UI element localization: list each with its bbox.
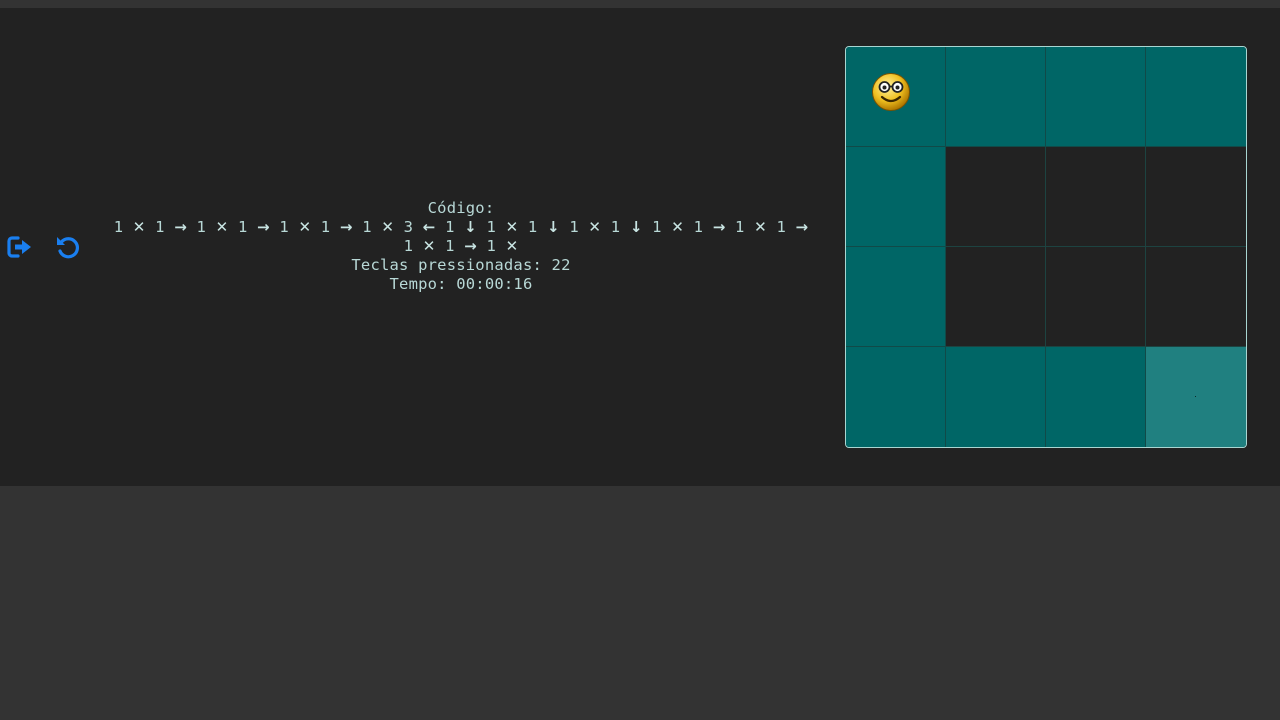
code-step-symbol: ✕ <box>505 218 519 236</box>
code-step: 1 ✕ <box>197 218 229 236</box>
code-step-count: 1 <box>610 218 621 236</box>
maze-cell-path <box>946 47 1046 147</box>
code-step: 1 ✕ <box>279 218 311 236</box>
code-step-count: 1 <box>652 218 662 236</box>
code-step-count: 1 <box>403 237 414 255</box>
code-step: 1 ✕ <box>486 218 518 236</box>
maze-cell-wall <box>1046 147 1146 247</box>
code-step: 3 ← <box>404 218 436 236</box>
nerd-smiley-icon <box>872 73 910 111</box>
code-step: 1 ✕ <box>362 218 394 236</box>
code-step: 1 → <box>155 218 187 236</box>
code-step-symbol: ✕ <box>754 218 767 236</box>
keys-pressed-label: Teclas pressionadas: 22 <box>351 256 571 274</box>
code-step-symbol: → <box>339 218 353 236</box>
code-step: 1 ✕ <box>114 218 146 236</box>
status-info: Código: 1 ✕ 1 → 1 ✕ 1 → 1 ✕ 1 → 1 ✕ 3 ← … <box>96 199 826 294</box>
code-step-symbol: ✕ <box>381 218 395 236</box>
code-step-count: 1 <box>237 218 248 236</box>
code-step-count: 1 <box>486 218 497 236</box>
code-step: 1 → <box>694 218 726 236</box>
maze-cell-path <box>846 147 946 247</box>
maze-cell-wall <box>946 247 1046 347</box>
code-step-symbol: ✕ <box>505 237 519 255</box>
code-step-count: 1 <box>155 218 165 236</box>
code-step: 1 ✕ <box>652 218 684 236</box>
maze-cell-path <box>846 247 946 347</box>
maze-cell-path <box>946 347 1046 447</box>
code-step: 1 ↓ <box>611 218 643 236</box>
code-step: 1 ✕ <box>569 218 601 236</box>
code-step-count: 1 <box>445 237 455 255</box>
maze-cell-wall <box>946 147 1046 247</box>
code-step-symbol: ↓ <box>464 218 477 236</box>
code-step-count: 1 <box>196 218 207 236</box>
maze-cell-path <box>1046 47 1146 147</box>
code-step-symbol: → <box>795 218 809 236</box>
undo-icon <box>57 237 79 259</box>
code-step-symbol: ✕ <box>215 218 229 236</box>
code-step-symbol: → <box>464 237 477 255</box>
code-step-count: 1 <box>445 218 455 236</box>
code-step: 1 ✕ <box>735 218 767 236</box>
code-step-count: 1 <box>527 218 538 236</box>
time-label: Tempo: 00:00:16 <box>389 275 533 293</box>
maze-board <box>845 46 1247 448</box>
code-step-symbol: ↓ <box>629 218 643 236</box>
code-step-symbol: → <box>257 218 270 236</box>
maze-cell-wall <box>1046 247 1146 347</box>
exit-button[interactable] <box>6 233 34 261</box>
maze-cell-wall <box>1146 247 1246 347</box>
maze-cell-path <box>846 47 946 147</box>
code-step: 1 → <box>776 218 808 236</box>
top-strip <box>0 0 1280 8</box>
maze-cell-path <box>846 347 946 447</box>
maze-cell-goal <box>1146 347 1246 447</box>
code-step-symbol: ← <box>422 218 436 236</box>
code-step-count: 1 <box>569 218 579 236</box>
code-step-count: 1 <box>735 218 745 236</box>
code-step: 1 → <box>321 218 353 236</box>
maze-cell-path <box>1046 347 1146 447</box>
code-step-symbol: ✕ <box>671 218 685 236</box>
code-step: 1 ✕ <box>404 237 436 255</box>
code-step-count: 1 <box>486 237 497 255</box>
code-step: 1 → <box>445 237 477 255</box>
code-step-count: 1 <box>320 218 331 236</box>
code-step-symbol: ✕ <box>298 218 312 236</box>
code-step-count: 1 <box>279 218 289 236</box>
code-step: 1 ↓ <box>528 218 560 236</box>
goal-marker <box>1195 396 1196 397</box>
code-step-symbol: → <box>174 218 187 236</box>
sign-out-icon <box>7 236 31 258</box>
code-step-count: 3 <box>403 218 414 236</box>
maze-cell-wall <box>1146 147 1246 247</box>
code-step: 1 ↓ <box>445 218 477 236</box>
restart-button[interactable] <box>54 233 82 261</box>
code-step-count: 1 <box>113 218 124 236</box>
code-label: Código: <box>427 199 495 217</box>
code-step-count: 1 <box>776 218 786 236</box>
code-step-symbol: ↓ <box>547 218 560 236</box>
code-step-count: 1 <box>693 218 704 236</box>
code-sequence: 1 ✕ 1 → 1 ✕ 1 → 1 ✕ 1 → 1 ✕ 3 ← 1 ↓ 1 ✕ … <box>96 218 826 256</box>
code-step-symbol: ✕ <box>422 237 436 255</box>
maze-cell-path <box>1146 47 1246 147</box>
code-step: 1 ✕ <box>486 237 518 255</box>
code-step-count: 1 <box>362 218 372 236</box>
code-step-symbol: ✕ <box>132 218 146 236</box>
code-step-symbol: → <box>712 218 726 236</box>
code-step: 1 → <box>238 218 270 236</box>
code-step-symbol: ✕ <box>588 218 602 236</box>
